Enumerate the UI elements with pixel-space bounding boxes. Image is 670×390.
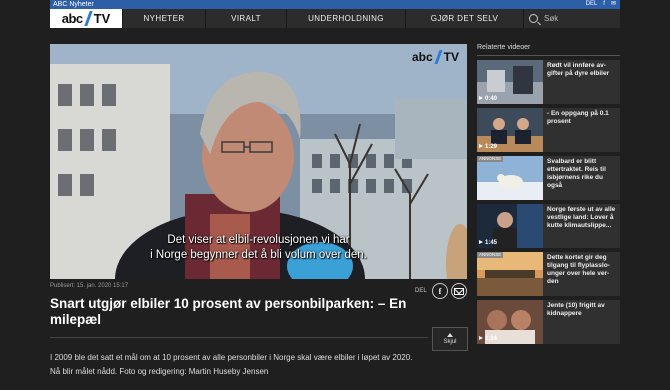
video-duration: 0:40 (479, 96, 497, 102)
video-duration: 1:29 (479, 144, 497, 150)
brand-label[interactable]: ABC Nyheter (53, 0, 94, 9)
hide-button[interactable]: Skjul (432, 327, 468, 351)
thumbnail-image (477, 252, 543, 296)
search-icon[interactable] (529, 14, 538, 23)
video-thumbnail[interactable]: 1:24 (477, 300, 543, 344)
related-video-item[interactable]: 1:45 Norge første ut av alle vestlige la… (477, 204, 620, 248)
logo-slash (83, 11, 93, 26)
video-thumbnail[interactable]: ANNONSE (477, 156, 543, 200)
nav-item-nyheter[interactable]: NYHETER (122, 9, 205, 28)
video-thumbnail[interactable]: ANNONSE (477, 252, 543, 296)
video-logo-tv: TV (443, 50, 459, 64)
related-video-title[interactable]: Dette kortet gir deg tilgang til flyplas… (547, 254, 619, 286)
hide-label: Skjul (443, 339, 457, 345)
related-video-item[interactable]: ANNONSE Svalbard er blitt ettertraktet. … (477, 156, 620, 200)
abc-tv-logo[interactable]: abc TV (50, 9, 122, 28)
video-thumbnail[interactable]: 0:40 (477, 60, 543, 104)
facebook-icon[interactable]: f (603, 0, 605, 9)
envelope-icon (454, 287, 464, 295)
logo-abc-text: abc (61, 11, 83, 26)
related-video-item[interactable]: 0:40 Rødt vil innføre av-gifter på dyre … (477, 60, 620, 104)
divider (50, 337, 428, 338)
published-date: Publisert: 15. jan. 2020 15:17 (50, 283, 129, 289)
search-placeholder[interactable]: Søk (544, 14, 558, 23)
subtitle-line-1: Det viser at elbil-revolusjonen vi har (167, 234, 350, 246)
logo-tv-text: TV (93, 11, 111, 26)
top-share: DEL f ✉ (586, 0, 616, 9)
related-video-title[interactable]: Jente (10) frigitt av kidnappere (547, 302, 619, 318)
mail-icon[interactable]: ✉ (611, 0, 616, 9)
related-video-title[interactable]: Svalbard er blitt ettertraktet. Reis til… (547, 158, 619, 190)
subtitle-line-2: i Norge begynner det å bli volum over de… (150, 249, 367, 261)
related-video-title[interactable]: - En oppgang på 0.1 prosent (547, 110, 619, 126)
chevron-up-icon (447, 333, 453, 337)
related-video-title[interactable]: Rødt vil innføre av-gifter på dyre elbil… (547, 62, 619, 78)
email-share-button[interactable] (451, 283, 467, 299)
video-player[interactable]: abc TV Det viser at elbil-revolusjonen v… (50, 44, 467, 279)
video-thumbnail[interactable]: 1:29 (477, 108, 543, 152)
thumbnail-image (477, 156, 543, 200)
article-body: I 2009 ble det satt et mål om at 10 pros… (50, 353, 413, 376)
related-video-item[interactable]: 1:29 - En oppgang på 0.1 prosent (477, 108, 620, 152)
article-headline: Snart utgjør elbiler 10 prosent av perso… (50, 296, 407, 327)
video-duration: 1:24 (479, 336, 497, 342)
top-strip: ABC Nyheter DEL f ✉ (50, 0, 620, 9)
main-nav: abc TV NYHETER VIRALT UNDERHOLDNING GJØR… (50, 9, 620, 28)
related-divider (477, 55, 620, 56)
ad-badge: ANNONSE (477, 252, 504, 258)
related-videos-heading: Relaterte videoer (477, 44, 531, 51)
video-thumbnail[interactable]: 1:45 (477, 204, 543, 248)
video-duration: 1:45 (479, 240, 497, 246)
top-share-label: DEL (585, 1, 598, 7)
nav-item-viralt[interactable]: VIRALT (205, 9, 286, 28)
video-logo-abc: abc (411, 50, 433, 64)
video-logo-slash (434, 50, 443, 64)
related-video-title[interactable]: Norge første ut av alle vestlige land: L… (547, 206, 619, 230)
video-abc-tv-logo: abc TV (412, 50, 459, 64)
search-box[interactable]: Søk (523, 9, 620, 28)
ad-badge: ANNONSE (477, 156, 504, 162)
facebook-share-icon[interactable]: f (432, 283, 448, 299)
nav-item-gjor-det-selv[interactable]: GJØR DET SELV (405, 9, 523, 28)
nav-item-underholdning[interactable]: UNDERHOLDNING (286, 9, 405, 28)
related-video-item[interactable]: 1:24 Jente (10) frigitt av kidnappere (477, 300, 620, 344)
related-video-item[interactable]: ANNONSE Dette kortet gir deg tilgang til… (477, 252, 620, 296)
article-share-label: DEL (415, 288, 427, 294)
